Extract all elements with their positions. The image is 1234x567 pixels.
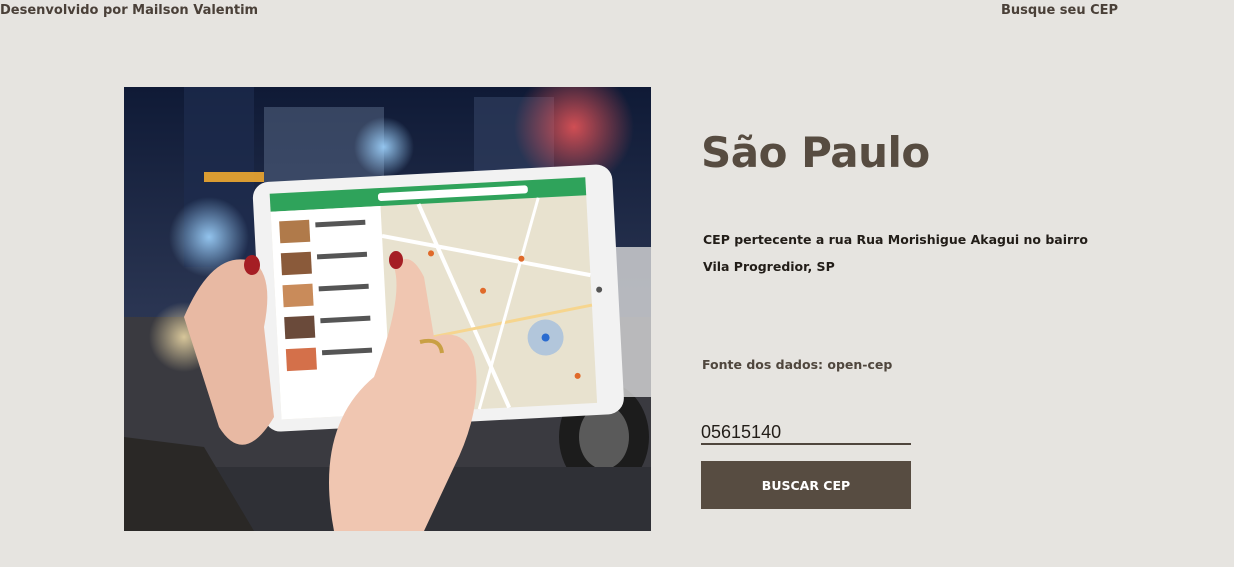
data-source-label: Fonte dos dados: open-cep: [702, 357, 893, 372]
top-bar: Desenvolvido por Mailson Valentim Busque…: [0, 0, 1234, 26]
tablet-map-photo: [124, 87, 651, 531]
hero-image: [124, 87, 651, 531]
address-description: CEP pertecente a rua Rua Morishigue Akag…: [703, 232, 1088, 274]
city-title: São Paulo: [701, 128, 930, 177]
nav-link-busque-cep[interactable]: Busque seu CEP: [1001, 3, 1118, 18]
developer-credit[interactable]: Desenvolvido por Mailson Valentim: [0, 3, 258, 18]
cep-input[interactable]: [701, 421, 911, 445]
search-cep-button[interactable]: BUSCAR CEP: [701, 461, 911, 509]
